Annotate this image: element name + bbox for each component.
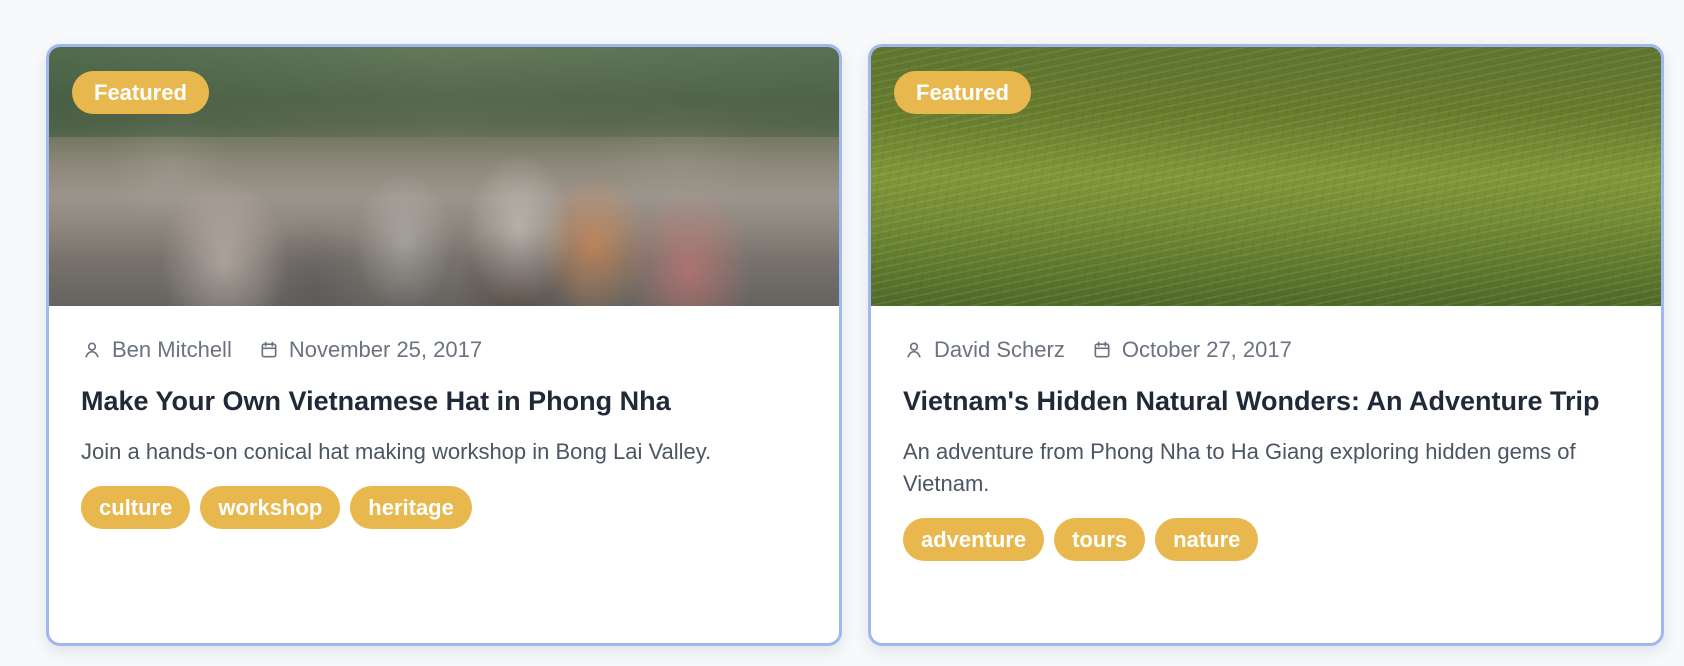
article-card-hat-workshop[interactable]: Featured Ben Mitchell November 25, 2017 …: [46, 44, 842, 646]
author-meta: Ben Mitchell: [81, 336, 232, 364]
article-content: David Scherz October 27, 2017 Vietnam's …: [871, 306, 1661, 561]
tag-tours[interactable]: tours: [1054, 518, 1146, 561]
tag-workshop[interactable]: workshop: [200, 486, 341, 529]
featured-badge: Featured: [894, 71, 1031, 114]
article-image-natural-wonders[interactable]: Featured: [871, 47, 1661, 306]
calendar-icon: [1091, 339, 1113, 361]
article-description: Join a hands-on conical hat making works…: [81, 439, 712, 464]
date-meta: November 25, 2017: [258, 336, 482, 364]
author-meta: David Scherz: [903, 336, 1065, 364]
article-title[interactable]: Vietnam's Hidden Natural Wonders: An Adv…: [903, 384, 1629, 418]
article-image-hat-workshop[interactable]: Featured: [49, 47, 839, 306]
author-name: David Scherz: [934, 337, 1065, 362]
article-meta: Ben Mitchell November 25, 2017: [81, 336, 807, 364]
article-content: Ben Mitchell November 25, 2017 Make Your…: [49, 306, 839, 529]
date-meta: October 27, 2017: [1091, 336, 1292, 364]
tag-adventure[interactable]: adventure: [903, 518, 1045, 561]
article-title[interactable]: Make Your Own Vietnamese Hat in Phong Nh…: [81, 384, 807, 418]
calendar-icon: [258, 339, 280, 361]
author-name: Ben Mitchell: [112, 337, 232, 362]
article-grid: Featured Ben Mitchell November 25, 2017 …: [46, 44, 1666, 646]
featured-badge: Featured: [72, 71, 209, 114]
tag-culture[interactable]: culture: [81, 486, 191, 529]
user-icon: [903, 339, 925, 361]
article-tags: adventure tours nature: [903, 518, 1629, 561]
publish-date: November 25, 2017: [288, 337, 483, 362]
user-icon: [81, 339, 103, 361]
article-tags: culture workshop heritage: [81, 486, 807, 529]
article-description: An adventure from Phong Nha to Ha Giang …: [903, 439, 1576, 496]
article-meta: David Scherz October 27, 2017: [903, 336, 1629, 364]
article-card-natural-wonders[interactable]: Featured David Scherz October 27, 2017 V…: [868, 44, 1664, 646]
tag-nature[interactable]: nature: [1155, 518, 1259, 561]
tag-heritage[interactable]: heritage: [350, 486, 472, 529]
publish-date: October 27, 2017: [1121, 337, 1292, 362]
